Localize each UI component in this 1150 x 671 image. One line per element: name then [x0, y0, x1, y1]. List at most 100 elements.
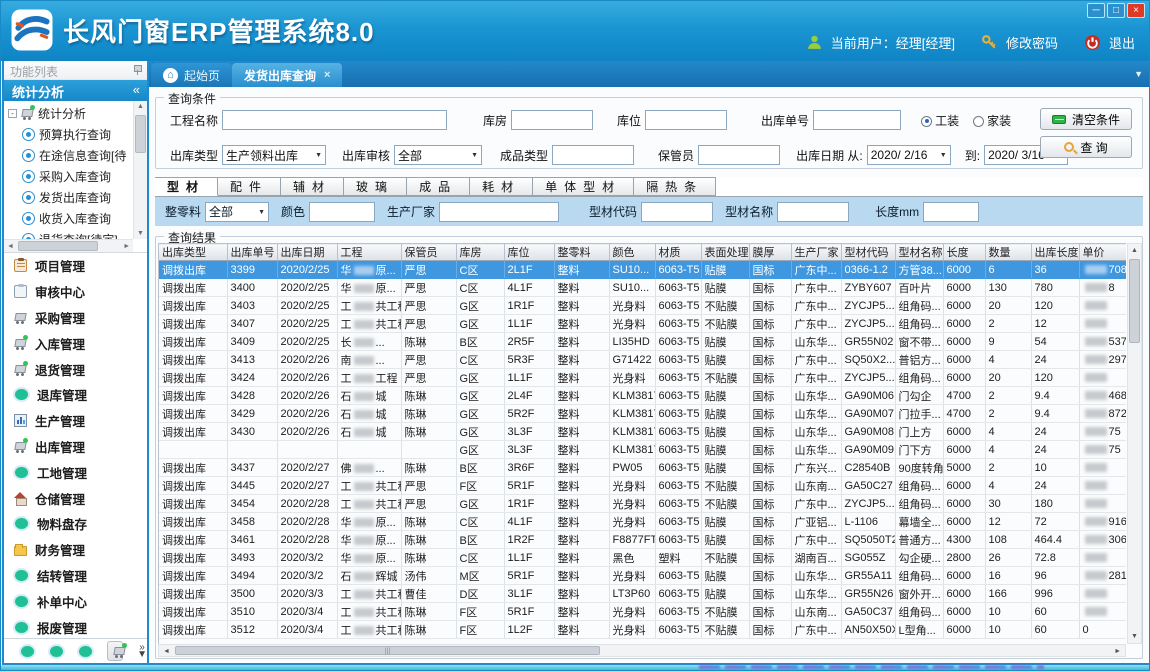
- tab-close-icon[interactable]: ×: [324, 69, 330, 81]
- pin-icon[interactable]: [133, 65, 141, 75]
- sidebar-module-item[interactable]: 退库管理: [4, 382, 147, 408]
- column-header[interactable]: 生产厂家: [791, 244, 841, 261]
- table-row[interactable]: 调拨出库 3430 2020/2/26 石城 陈琳 G区 3L3F 整料 KLM: [159, 423, 1126, 441]
- column-header[interactable]: 材质: [655, 244, 701, 261]
- material-tab[interactable]: 辅材: [281, 177, 344, 196]
- scroll-thumb[interactable]: |||: [175, 646, 600, 655]
- minimize-button[interactable]: ─: [1087, 3, 1105, 18]
- table-row[interactable]: 调拨出库 3409 2020/2/25 长... 陈琳 B区 2R5F 整料 L: [159, 333, 1126, 351]
- column-header[interactable]: 长度: [943, 244, 985, 261]
- sidebar-module-item[interactable]: 入库管理: [4, 330, 147, 356]
- tree-item[interactable]: 收货入库查询: [4, 208, 133, 229]
- tree-item[interactable]: 发货出库查询: [4, 187, 133, 208]
- scroll-right-icon[interactable]: ►: [1114, 648, 1121, 655]
- table-row[interactable]: 调拨出库 3429 2020/2/26 石城 陈琳 G区 5R2F 整料 KLM: [159, 405, 1126, 423]
- tab-list-dropdown-icon[interactable]: ▼: [1134, 69, 1143, 79]
- column-header[interactable]: 保管员: [401, 244, 456, 261]
- clear-conditions-button[interactable]: 清空条件: [1040, 108, 1132, 130]
- project-name-input[interactable]: [222, 110, 447, 130]
- tree-item[interactable]: 在途信息查询[待: [4, 145, 133, 166]
- table-row[interactable]: G区 3L3F 整料 KLM3817 6063-T5 贴膜 国标 山东华...: [159, 441, 1126, 459]
- tree-horizontal-scrollbar[interactable]: ◄ ►: [4, 239, 133, 252]
- table-row[interactable]: 调拨出库 3512 2020/3/4 工共工程 陈琳 F区 1L2F 整料 光身: [159, 621, 1126, 639]
- close-button[interactable]: ×: [1127, 3, 1145, 18]
- sidebar-module-item[interactable]: 工地管理: [4, 459, 147, 485]
- radio-gongzhuang[interactable]: 工装: [921, 112, 959, 129]
- scroll-down-icon[interactable]: ▼: [134, 230, 147, 237]
- table-row[interactable]: 调拨出库 3403 2020/2/25 工共工程 严思 G区 1R1F 整料 光: [159, 297, 1126, 315]
- table-row[interactable]: 调拨出库 3510 2020/3/4 工共工程 陈琳 F区 5R1F 整料 光身: [159, 603, 1126, 621]
- overflow-chevron-icon[interactable]: »▼: [137, 644, 147, 658]
- cart-toolbar-button[interactable]: [107, 641, 123, 661]
- table-row[interactable]: 调拨出库 3437 2020/2/27 佛... 陈琳 B区 3R6F 整料 P: [159, 459, 1126, 477]
- scroll-left-icon[interactable]: ◄: [7, 243, 14, 250]
- table-row[interactable]: 调拨出库 3445 2020/2/27 工共工程 严思 F区 5R1F 整料 光: [159, 477, 1126, 495]
- table-row[interactable]: 调拨出库 3428 2020/2/26 石城 陈琳 G区 2L4F 整料 KLM: [159, 387, 1126, 405]
- column-header[interactable]: 表面处理: [701, 244, 749, 261]
- column-header[interactable]: 单价: [1079, 244, 1126, 261]
- warehouse-input[interactable]: [511, 110, 593, 130]
- scroll-thumb[interactable]: [18, 241, 98, 251]
- column-header[interactable]: 库房: [456, 244, 504, 261]
- logout-link[interactable]: 退出: [1109, 33, 1135, 52]
- sidebar-module-item[interactable]: 补单中心: [4, 588, 147, 614]
- material-tab[interactable]: 单体型材: [533, 177, 634, 196]
- sidebar-module-item[interactable]: 结转管理: [4, 563, 147, 589]
- radio-jiazhuang[interactable]: 家装: [973, 112, 1011, 129]
- outbound-audit-select[interactable]: 全部: [394, 145, 482, 165]
- outbound-type-select[interactable]: 生产领料出库: [222, 145, 326, 165]
- tab-shipment-outbound-query[interactable]: 发货出库查询 ×: [232, 63, 342, 87]
- outbound-no-input[interactable]: [813, 110, 901, 130]
- column-header[interactable]: 出库日期: [277, 244, 337, 261]
- tree-item[interactable]: 采购入库查询: [4, 166, 133, 187]
- sidebar-module-item[interactable]: 仓储管理: [4, 485, 147, 511]
- scroll-up-icon[interactable]: ▲: [134, 103, 147, 110]
- dot-icon[interactable]: [21, 646, 34, 657]
- material-tab[interactable]: 玻璃: [344, 177, 407, 196]
- table-row[interactable]: 调拨出库 3458 2020/2/28 华原... 陈琳 C区 4L1F 整料: [159, 513, 1126, 531]
- column-header[interactable]: 出库单号: [227, 244, 277, 261]
- sidebar-module-item[interactable]: 审核中心: [4, 279, 147, 305]
- material-tab[interactable]: 成品: [407, 177, 470, 196]
- sidebar-module-item[interactable]: 生产管理: [4, 408, 147, 434]
- column-header[interactable]: 型材代码: [841, 244, 895, 261]
- column-header[interactable]: 整零料: [554, 244, 609, 261]
- column-header[interactable]: 库位: [504, 244, 554, 261]
- column-header[interactable]: 膜厚: [749, 244, 791, 261]
- section-header-stats[interactable]: 统计分析 «: [4, 80, 147, 101]
- table-row[interactable]: 调拨出库 3407 2020/2/25 工共工程 严思 G区 1L1F 整料 光: [159, 315, 1126, 333]
- table-row[interactable]: 调拨出库 3493 2020/3/2 华原... 陈琳 C区 1L1F 整料 黑: [159, 549, 1126, 567]
- dot-icon[interactable]: [50, 646, 63, 657]
- column-header[interactable]: 出库类型: [159, 244, 227, 261]
- table-row[interactable]: 调拨出库 3500 2020/3/3 工共工程 曹佳 D区 3L1F 整料 LT: [159, 585, 1126, 603]
- manufacturer-input[interactable]: [439, 202, 559, 222]
- column-header[interactable]: 颜色: [609, 244, 655, 261]
- table-row[interactable]: 调拨出库 3424 2020/2/26 工工程 严思 G区 1L1F 整料 光身: [159, 369, 1126, 387]
- length-input[interactable]: [923, 202, 979, 222]
- profile-name-input[interactable]: [777, 202, 849, 222]
- column-header[interactable]: 工程: [337, 244, 401, 261]
- tree-root[interactable]: - 统计分析: [4, 103, 133, 124]
- table-row[interactable]: 调拨出库 3399 2020/2/25 华原... 严思 C区 2L1F 整料: [159, 261, 1126, 279]
- table-row[interactable]: 调拨出库 3400 2020/2/25 华原... 严思 C区 4L1F 整料: [159, 279, 1126, 297]
- tab-home[interactable]: ⌂ 起始页: [151, 63, 232, 87]
- material-tab[interactable]: 隔热条: [634, 177, 716, 196]
- scroll-left-icon[interactable]: ◄: [163, 648, 170, 655]
- search-button[interactable]: 查 询: [1040, 136, 1132, 158]
- column-header[interactable]: 数量: [985, 244, 1031, 261]
- column-header[interactable]: 出库长度: [1031, 244, 1079, 261]
- tree-item[interactable]: 退货查询[待定]: [4, 229, 133, 239]
- product-type-input[interactable]: [552, 145, 634, 165]
- dot-icon[interactable]: [79, 646, 92, 657]
- table-row[interactable]: 调拨出库 3454 2020/2/28 工共工程 严思 G区 1R1F 整料 光: [159, 495, 1126, 513]
- tree-item[interactable]: 预算执行查询: [4, 124, 133, 145]
- scroll-down-icon[interactable]: ▼: [1128, 633, 1141, 640]
- scroll-up-icon[interactable]: ▲: [1128, 247, 1141, 254]
- sidebar-module-item[interactable]: 报废管理: [4, 614, 147, 638]
- sidebar-module-item[interactable]: 出库管理: [4, 434, 147, 460]
- maximize-button[interactable]: □: [1107, 3, 1125, 18]
- scroll-thumb[interactable]: [1129, 259, 1140, 343]
- profile-code-input[interactable]: [641, 202, 713, 222]
- tree-collapse-icon[interactable]: -: [8, 109, 17, 118]
- collapse-icon[interactable]: «: [133, 82, 140, 97]
